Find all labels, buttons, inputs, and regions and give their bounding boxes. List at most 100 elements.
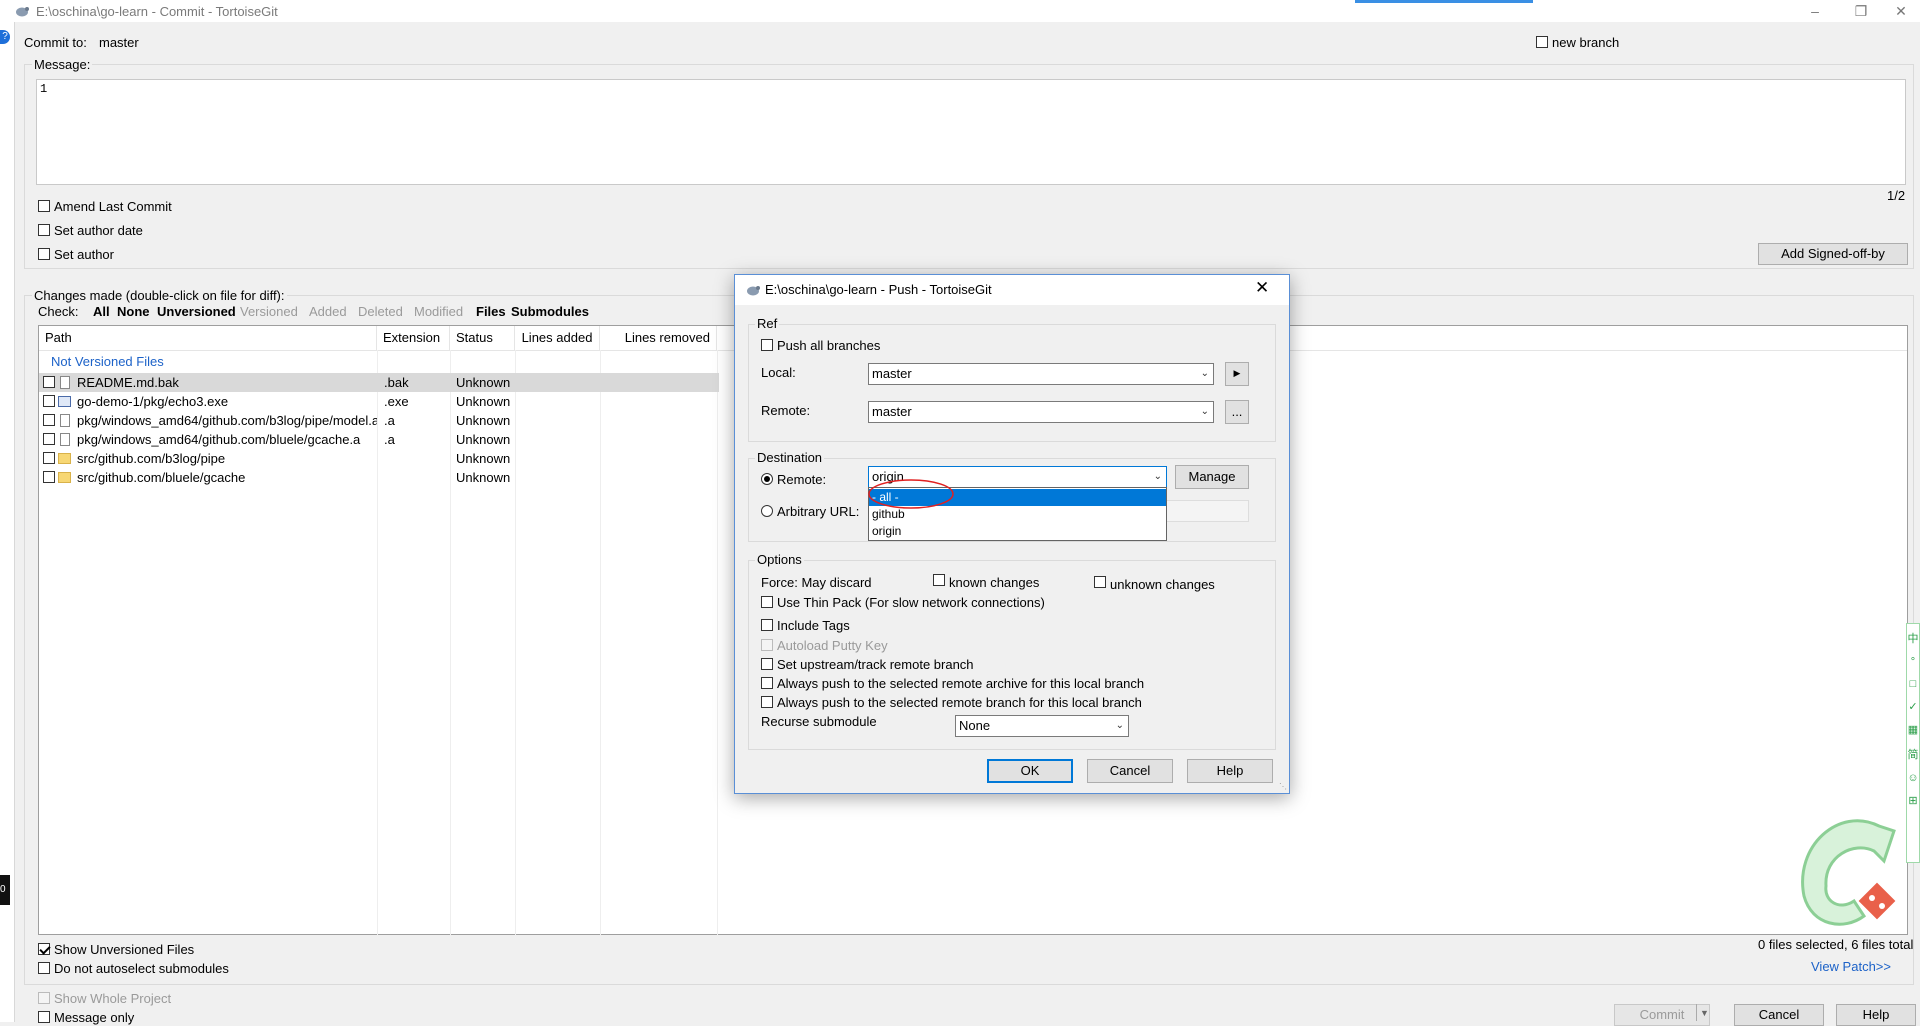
row-checkbox[interactable] <box>43 452 55 464</box>
new-branch-checkbox[interactable] <box>1536 36 1548 48</box>
row-status: Unknown <box>456 470 511 485</box>
commit-button-label: Commit <box>1639 1007 1685 1022</box>
thin-pack-checkbox[interactable] <box>761 596 773 608</box>
close-icon[interactable]: ✕ <box>1255 278 1269 298</box>
column-lines-added[interactable]: Lines added <box>515 326 600 350</box>
recurse-submodule-select[interactable]: None ⌄ <box>955 715 1129 737</box>
include-tags-checkbox[interactable] <box>761 619 773 631</box>
set-upstream-checkbox[interactable] <box>761 658 773 670</box>
local-label: Local: <box>761 365 796 380</box>
autoload-putty-checkbox[interactable] <box>761 639 773 651</box>
set-author-checkbox[interactable] <box>38 248 50 260</box>
view-patch-link[interactable]: View Patch>> <box>1811 959 1891 974</box>
chevron-down-icon: ⌄ <box>1200 406 1209 417</box>
no-autoselect-checkbox[interactable] <box>38 962 50 974</box>
message-only-label: Message only <box>54 1010 135 1025</box>
ok-button[interactable]: OK <box>987 759 1073 783</box>
table-row[interactable]: src/github.com/b3log/pipe Unknown <box>39 449 719 468</box>
ime-glyph[interactable]: 中 <box>1907 630 1919 646</box>
local-branch-select[interactable]: master ⌄ <box>868 363 1214 385</box>
show-unversioned-checkbox[interactable] <box>38 943 50 955</box>
table-row[interactable]: README.md.bak .bak Unknown <box>39 373 719 392</box>
message-only-checkbox[interactable] <box>38 1011 50 1023</box>
page-counter: 1/2 <box>1887 188 1906 203</box>
amend-checkbox[interactable] <box>38 200 50 212</box>
table-row[interactable]: go-demo-1/pkg/echo3.exe .exe Unknown <box>39 392 719 411</box>
table-row[interactable]: pkg/windows_amd64/github.com/b3log/pipe/… <box>39 411 719 430</box>
column-path[interactable]: Path <box>39 326 377 350</box>
ime-glyph[interactable]: ☺ <box>1907 772 1919 784</box>
row-checkbox[interactable] <box>43 395 55 407</box>
minimize-icon[interactable]: – <box>1792 0 1838 22</box>
row-checkbox[interactable] <box>43 471 55 483</box>
row-checkbox[interactable] <box>43 414 55 426</box>
filter-deleted[interactable]: Deleted <box>358 304 403 319</box>
cancel-button[interactable]: Cancel <box>1734 1004 1824 1026</box>
show-unversioned-label: Show Unversioned Files <box>54 942 195 957</box>
filter-modified[interactable]: Modified <box>414 304 463 319</box>
filter-added[interactable]: Added <box>309 304 347 319</box>
ime-toolbar[interactable]: 中 ° □ ✓ ▦ 简 ☺ ⊞ <box>1906 623 1920 863</box>
always-push-branch-checkbox[interactable] <box>761 696 773 708</box>
folder-icon <box>58 472 71 483</box>
ime-glyph[interactable]: ✓ <box>1907 700 1919 713</box>
always-push-archive-checkbox[interactable] <box>761 677 773 689</box>
window-title: E:\oschina\go-learn - Commit - TortoiseG… <box>36 4 278 19</box>
push-all-branches-checkbox[interactable] <box>761 339 773 351</box>
filter-none[interactable]: None <box>117 304 150 319</box>
resize-grip-icon[interactable]: ⋱ <box>1279 782 1287 791</box>
ime-glyph[interactable]: □ <box>1907 678 1919 690</box>
show-whole-project-checkbox[interactable] <box>38 992 50 1004</box>
row-status: Unknown <box>456 451 511 466</box>
message-label: Message: <box>32 57 93 72</box>
left-edge-panel <box>0 22 15 1022</box>
ime-glyph[interactable]: 简 <box>1907 746 1919 762</box>
table-row[interactable]: pkg/windows_amd64/github.com/bluele/gcac… <box>39 430 719 449</box>
row-path: README.md.bak <box>77 375 179 390</box>
include-tags-label: Include Tags <box>777 618 850 633</box>
folder-icon <box>58 453 71 464</box>
row-checkbox[interactable] <box>43 376 55 388</box>
options-group-label: Options <box>755 552 804 567</box>
column-status[interactable]: Status <box>450 326 515 350</box>
remote-radio[interactable] <box>761 473 773 485</box>
filter-versioned[interactable]: Versioned <box>240 304 298 319</box>
row-checkbox[interactable] <box>43 433 55 445</box>
remote-radio-label: Remote: <box>777 472 827 487</box>
known-changes-checkbox[interactable] <box>933 574 945 586</box>
remote-ref-label: Remote: <box>761 403 811 418</box>
table-row[interactable]: src/github.com/bluele/gcache Unknown <box>39 468 719 487</box>
browse-remote-branch-button[interactable]: ... <box>1225 400 1249 424</box>
tortoisegit-app-icon <box>16 7 29 17</box>
add-signed-off-button[interactable]: Add Signed-off-by <box>1758 243 1908 265</box>
ime-glyph[interactable]: ▦ <box>1907 723 1919 736</box>
restore-icon[interactable]: ❐ <box>1838 0 1884 22</box>
dialog-help-button[interactable]: Help <box>1187 759 1273 783</box>
ime-glyph[interactable]: ⊞ <box>1907 794 1919 807</box>
destination-group-label: Destination <box>755 450 825 465</box>
tortoisegit-logo-watermark <box>1801 819 1896 926</box>
arbitrary-url-radio[interactable] <box>761 505 773 517</box>
filter-files[interactable]: Files <box>476 304 506 319</box>
filter-all[interactable]: All <box>93 304 110 319</box>
dialog-cancel-button[interactable]: Cancel <box>1087 759 1173 783</box>
set-author-date-checkbox[interactable] <box>38 224 50 236</box>
close-icon[interactable]: ✕ <box>1882 0 1920 22</box>
column-lines-removed[interactable]: Lines removed <box>600 326 717 350</box>
column-extension[interactable]: Extension <box>377 326 450 350</box>
filter-submodules[interactable]: Submodules <box>511 304 589 319</box>
dropdown-option[interactable]: origin <box>869 523 1166 540</box>
ime-glyph[interactable]: ° <box>1907 656 1919 668</box>
play-arrow-button[interactable]: ▶ <box>1225 362 1249 386</box>
manage-button[interactable]: Manage <box>1175 465 1249 489</box>
message-textarea[interactable]: 1 <box>36 79 1906 185</box>
row-status: Unknown <box>456 432 511 447</box>
unknown-changes-checkbox[interactable] <box>1094 576 1106 588</box>
remote-branch-select[interactable]: master ⌄ <box>868 401 1214 423</box>
local-branch-value: master <box>872 366 912 381</box>
filter-unversioned[interactable]: Unversioned <box>157 304 236 319</box>
no-autoselect-label: Do not autoselect submodules <box>54 961 229 976</box>
chevron-down-icon[interactable]: ▼ <box>1700 1008 1709 1018</box>
help-button[interactable]: Help <box>1836 1004 1916 1026</box>
chevron-down-icon: ⌄ <box>1115 720 1124 731</box>
